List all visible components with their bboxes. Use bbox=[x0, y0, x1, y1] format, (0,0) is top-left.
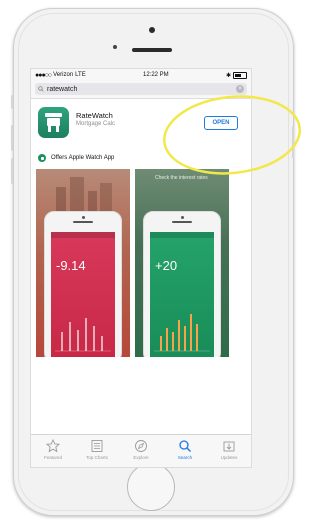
mute-switch bbox=[11, 95, 13, 109]
search-icon bbox=[38, 86, 44, 92]
status-bar: ●●●○○ Verizon LTE 12:22 PM ✱ bbox=[31, 69, 251, 81]
mini-phone-1: -9.14 bbox=[44, 211, 122, 357]
screenshot-2[interactable]: Check the interest rates +20 bbox=[135, 169, 229, 357]
search-icon bbox=[179, 440, 191, 452]
tab-bar: Featured Top Charts Explore Search Updat… bbox=[31, 434, 251, 467]
screenshot-1[interactable]: -9.14 bbox=[36, 169, 130, 357]
rate-chart bbox=[55, 318, 111, 352]
apple-watch-row: Offers Apple Watch App bbox=[31, 151, 251, 165]
open-button[interactable]: OPEN bbox=[204, 116, 238, 130]
search-input[interactable]: ratewatch × bbox=[35, 83, 247, 95]
tab-explore[interactable]: Explore bbox=[119, 435, 163, 467]
app-subtitle: Mortgage Calc bbox=[76, 121, 116, 127]
signal-dots-icon: ●●●○○ bbox=[35, 71, 52, 79]
screenshot-carousel[interactable]: -9.14 Check the interest rates +20 bbox=[31, 169, 251, 357]
apple-watch-icon bbox=[38, 154, 46, 162]
clear-search-icon[interactable]: × bbox=[236, 85, 244, 93]
home-button[interactable] bbox=[127, 463, 175, 511]
volume-up-button bbox=[11, 125, 13, 151]
rate-chart bbox=[154, 314, 210, 352]
compass-icon bbox=[135, 440, 147, 452]
earpiece-speaker bbox=[132, 48, 172, 52]
status-time: 12:22 PM bbox=[143, 72, 169, 78]
screenshot-caption: Check the interest rates bbox=[155, 175, 208, 181]
battery-icon bbox=[233, 71, 247, 79]
ratewatch-app-icon bbox=[38, 107, 69, 138]
volume-down-button bbox=[11, 158, 13, 184]
app-name: RateWatch bbox=[76, 111, 113, 120]
power-button bbox=[292, 126, 294, 158]
rate-change-value: -9.14 bbox=[56, 258, 86, 273]
proximity-sensor bbox=[113, 45, 117, 49]
app-result-row[interactable]: RateWatch Mortgage Calc OPEN bbox=[31, 99, 251, 151]
star-icon bbox=[46, 439, 60, 453]
mini-phone-2: +20 bbox=[143, 211, 221, 357]
list-icon bbox=[91, 440, 103, 452]
tab-search[interactable]: Search bbox=[163, 435, 207, 467]
front-camera bbox=[149, 27, 155, 33]
network-label: LTE bbox=[75, 72, 86, 78]
mini-screen-green: +20 bbox=[150, 232, 214, 357]
app-store-screen: ●●●○○ Verizon LTE 12:22 PM ✱ ratewatch ×… bbox=[30, 68, 252, 468]
tab-top-charts[interactable]: Top Charts bbox=[75, 435, 119, 467]
bluetooth-icon: ✱ bbox=[225, 72, 231, 79]
tab-featured[interactable]: Featured bbox=[31, 435, 75, 467]
carrier-label: Verizon bbox=[53, 72, 74, 78]
mini-screen-red: -9.14 bbox=[51, 232, 115, 357]
search-query: ratewatch bbox=[47, 85, 78, 93]
download-icon bbox=[223, 441, 235, 452]
rate-change-value: +20 bbox=[155, 258, 178, 273]
watch-label: Offers Apple Watch App bbox=[51, 155, 115, 161]
tab-updates[interactable]: Updates bbox=[207, 435, 251, 467]
